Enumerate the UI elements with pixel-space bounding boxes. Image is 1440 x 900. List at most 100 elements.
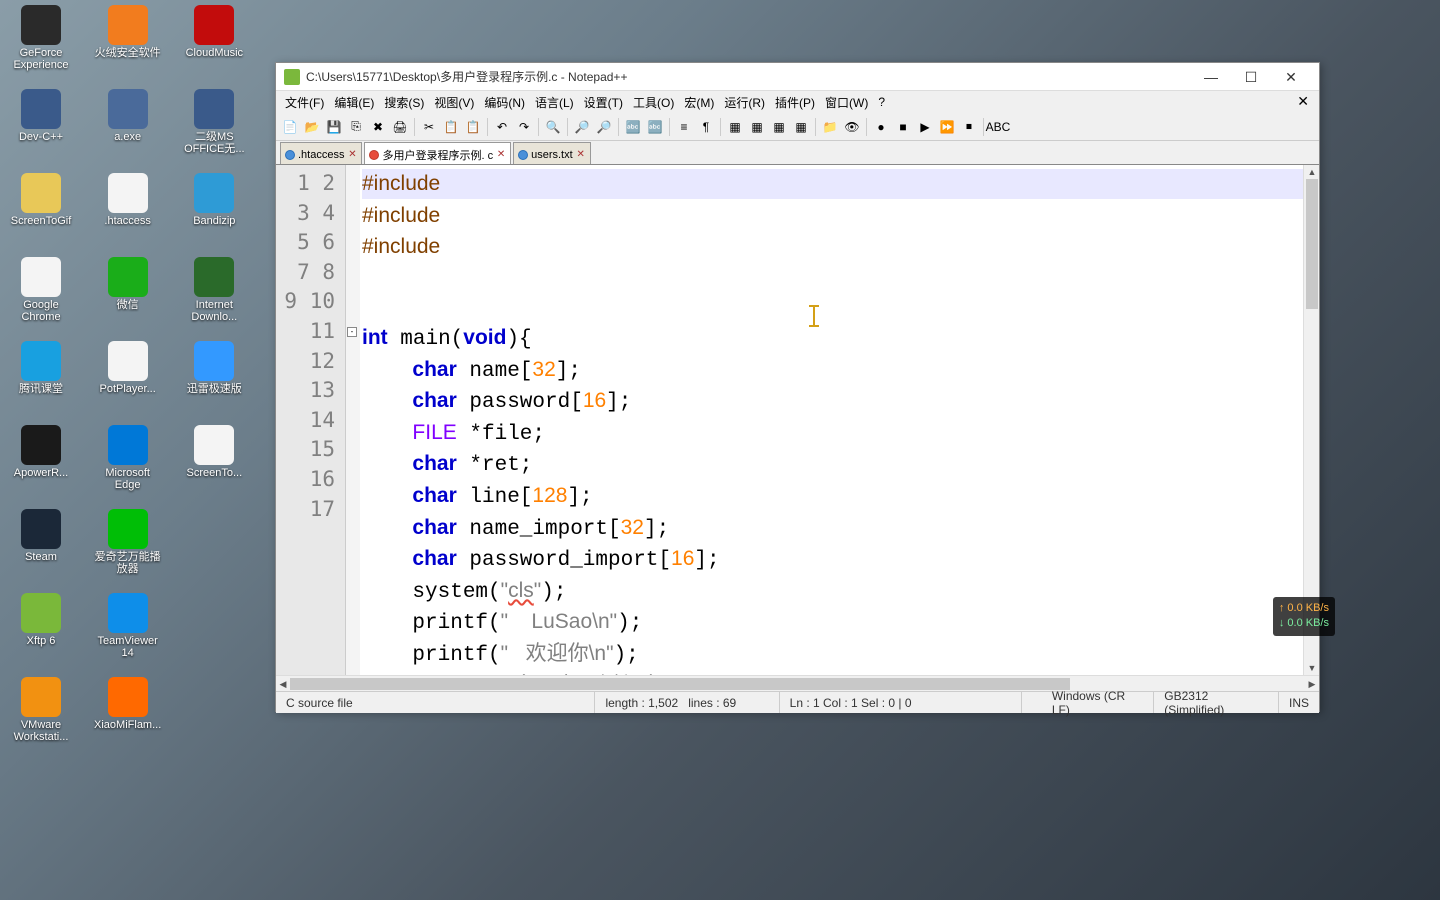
toolbar-button[interactable]: ABC <box>988 117 1008 137</box>
desktop-icon[interactable]: Microsoft Edge <box>92 425 164 507</box>
desktop-icon[interactable]: ScreenToGif <box>5 173 77 255</box>
desktop-icon[interactable]: 微信 <box>92 257 164 339</box>
scroll-left-arrow-icon[interactable]: ◀ <box>276 676 290 692</box>
desktop-icon[interactable]: 火绒安全软件 <box>92 5 164 87</box>
toolbar-button[interactable]: ≡ <box>674 117 694 137</box>
toolbar-button[interactable]: ✖ <box>368 117 388 137</box>
toolbar-button[interactable]: 📋 <box>441 117 461 137</box>
menubar-close-button[interactable]: ✕ <box>1293 93 1313 110</box>
toolbar-button[interactable]: ¶ <box>696 117 716 137</box>
menu-item[interactable]: 窗口(W) <box>820 92 873 113</box>
toolbar-button[interactable]: 🔍 <box>543 117 563 137</box>
toolbar-button[interactable]: 📁 <box>820 117 840 137</box>
hscroll-thumb[interactable] <box>290 678 1070 690</box>
code-area[interactable]: #include #include #include int main(void… <box>360 165 1319 675</box>
desktop-icon[interactable]: Dev-C++ <box>5 89 77 171</box>
toolbar-button[interactable]: ⎘ <box>346 117 366 137</box>
close-button[interactable]: ✕ <box>1271 64 1311 90</box>
toolbar-button[interactable]: 🔤 <box>623 117 643 137</box>
desktop-icon[interactable]: CloudMusic <box>178 5 250 87</box>
toolbar-button[interactable]: ▦ <box>791 117 811 137</box>
desktop-icon[interactable]: 爱奇艺万能播放器 <box>92 509 164 591</box>
netspeed-down: ↓ 0.0 KB/s <box>1279 616 1329 631</box>
menu-item[interactable]: 编辑(E) <box>329 92 379 113</box>
toolbar-button[interactable]: 🖨 <box>390 117 410 137</box>
toolbar-button[interactable]: ● <box>871 117 891 137</box>
toolbar-button[interactable]: 👁 <box>842 117 862 137</box>
menu-item[interactable]: 工具(O) <box>628 92 679 113</box>
tab-close-icon[interactable]: ✕ <box>576 150 586 160</box>
menu-item[interactable]: 宏(M) <box>679 92 719 113</box>
desktop-icon[interactable]: Google Chrome <box>5 257 77 339</box>
toolbar-separator <box>414 118 415 136</box>
icon-label: ApowerR... <box>14 467 68 479</box>
toolbar-button[interactable]: ⏩ <box>937 117 957 137</box>
toolbar-button[interactable]: 📄 <box>280 117 300 137</box>
menu-item[interactable]: 搜索(S) <box>379 92 429 113</box>
toolbar-button[interactable]: ▦ <box>747 117 767 137</box>
toolbar-button[interactable]: ▦ <box>769 117 789 137</box>
desktop-icon[interactable]: 腾讯课堂 <box>5 341 77 423</box>
menu-item[interactable]: 语言(L) <box>530 92 579 113</box>
desktop-icon[interactable]: PotPlayer... <box>92 341 164 423</box>
scroll-up-arrow-icon[interactable]: ▲ <box>1304 165 1320 179</box>
desktop-icon[interactable]: XiaoMiFlam... <box>92 677 164 759</box>
desktop-icon[interactable]: Steam <box>5 509 77 591</box>
toolbar-button[interactable]: ✂ <box>419 117 439 137</box>
toolbar-button[interactable]: ▶ <box>915 117 935 137</box>
menu-item[interactable]: 编码(N) <box>479 92 530 113</box>
scroll-down-arrow-icon[interactable]: ▼ <box>1304 661 1320 675</box>
desktop: GeForce ExperienceDev-C++ScreenToGifGoog… <box>5 5 265 825</box>
toolbar-button[interactable]: ↷ <box>514 117 534 137</box>
desktop-icon[interactable]: a.exe <box>92 89 164 171</box>
menu-item[interactable]: 插件(P) <box>770 92 820 113</box>
app-icon <box>21 89 61 129</box>
fold-column[interactable]: - <box>346 165 360 675</box>
toolbar-button[interactable]: 📂 <box>302 117 322 137</box>
app-icon <box>108 509 148 549</box>
toolbar-button[interactable]: 🔤 <box>645 117 665 137</box>
toolbar-button[interactable]: 🔎 <box>572 117 592 137</box>
desktop-icon[interactable]: Internet Downlo... <box>178 257 250 339</box>
icon-label: Bandizip <box>193 215 235 227</box>
desktop-icon[interactable]: GeForce Experience <box>5 5 77 87</box>
app-icon <box>194 89 234 129</box>
toolbar-button[interactable]: 🔎 <box>594 117 614 137</box>
maximize-button[interactable]: ☐ <box>1231 64 1271 90</box>
menu-item[interactable]: 文件(F) <box>280 92 329 113</box>
toolbar-button[interactable]: ↶ <box>492 117 512 137</box>
menu-item[interactable]: ? <box>873 93 890 111</box>
menu-item[interactable]: 视图(V) <box>429 92 479 113</box>
desktop-icon[interactable]: TeamViewer 14 <box>92 593 164 675</box>
fold-minus-icon[interactable]: - <box>347 327 357 337</box>
titlebar[interactable]: C:\Users\15771\Desktop\多用户登录程序示例.c - Not… <box>276 63 1319 91</box>
desktop-icon[interactable]: Xftp 6 <box>5 593 77 675</box>
menu-item[interactable]: 设置(T) <box>579 92 628 113</box>
tab-close-icon[interactable]: ✕ <box>347 150 357 160</box>
toolbar-button[interactable]: ⏹ <box>959 117 979 137</box>
toolbar-button[interactable]: ▦ <box>725 117 745 137</box>
desktop-icon[interactable]: VMware Workstati... <box>5 677 77 759</box>
menu-item[interactable]: 运行(R) <box>719 92 770 113</box>
editor[interactable]: 1 2 3 4 5 6 7 8 9 10 11 12 13 14 15 16 1… <box>276 165 1319 675</box>
tab-close-icon[interactable]: ✕ <box>496 150 506 160</box>
toolbar-button[interactable]: 💾 <box>324 117 344 137</box>
file-tab[interactable]: .htaccess✕ <box>280 142 362 164</box>
desktop-icon[interactable]: ScreenTo... <box>178 425 250 507</box>
desktop-icon[interactable]: Bandizip <box>178 173 250 255</box>
icon-label: Internet Downlo... <box>178 299 250 323</box>
toolbar-button[interactable]: 📋 <box>463 117 483 137</box>
icon-label: 迅雷极速版 <box>187 383 242 395</box>
desktop-icon[interactable]: 二级MS OFFICE无... <box>178 89 250 171</box>
horizontal-scrollbar[interactable]: ◀ ▶ <box>276 675 1319 691</box>
desktop-icon[interactable]: 迅雷极速版 <box>178 341 250 423</box>
scroll-right-arrow-icon[interactable]: ▶ <box>1305 676 1319 692</box>
desktop-icon[interactable]: ApowerR... <box>5 425 77 507</box>
file-tab[interactable]: users.txt✕ <box>513 142 591 164</box>
file-tab[interactable]: 多用户登录程序示例. c✕ <box>364 142 511 164</box>
app-icon <box>194 257 234 297</box>
vscroll-thumb[interactable] <box>1306 179 1318 309</box>
desktop-icon[interactable]: .htaccess <box>92 173 164 255</box>
minimize-button[interactable]: — <box>1191 64 1231 90</box>
toolbar-button[interactable]: ■ <box>893 117 913 137</box>
